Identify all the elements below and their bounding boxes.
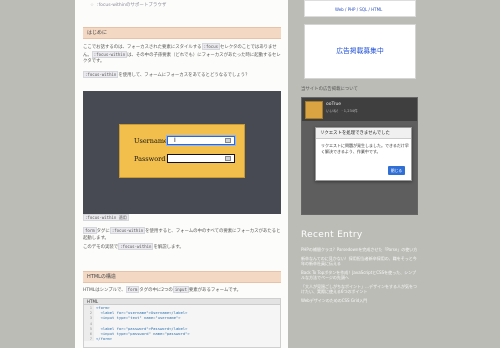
- password-label: Password: [134, 155, 166, 163]
- section-heading-html: HTMLの構造: [83, 271, 281, 283]
- text: を使用して、フォームにフォーカスをあてるとどうなるでしょう？: [118, 73, 250, 78]
- recent-entry-list: PHPの補間クラス？Parsedownを完成させた「Parse」の使い方新卒なん…: [301, 247, 418, 306]
- code-focus-within: :focus-within: [118, 243, 154, 250]
- text: 要素があるフォームです。: [188, 288, 241, 293]
- recent-entry-link[interactable]: 「大人が見過ごしがちなポイント」…デザインをする人が気をつけたい、実際に使える6…: [301, 284, 418, 295]
- page-likes: いいね！ · 1,234件: [326, 109, 358, 113]
- password-input[interactable]: [167, 154, 235, 163]
- top-link[interactable]: ☆:focus-withinのサポートブラウザ: [90, 2, 166, 8]
- text: タグに: [96, 229, 110, 234]
- code-line: 7 </form>: [84, 336, 280, 342]
- section-heading-intro: はじめに: [83, 27, 281, 39]
- caption-text: :focus-within 適用: [83, 214, 129, 221]
- code-focus-within: :focus-within: [91, 50, 128, 58]
- dialog-message: リクエストに問題が発生しました。できるだけ早く解決できるよう、作業中です。: [321, 143, 409, 154]
- dialog-title: リクエストを処理できませんでした: [316, 128, 411, 139]
- page-name[interactable]: ooTrue: [326, 102, 341, 107]
- error-dialog: リクエストを処理できませんでした リクエストに問題が発生しました。できるだけ早く…: [315, 127, 412, 181]
- recent-entry-link[interactable]: Back To Topボタンを作成！JavaScriptとCSSを使った、シンプ…: [301, 270, 418, 281]
- code-focus-within: :focus-within: [109, 227, 146, 234]
- key-icon: [225, 156, 231, 161]
- username-input[interactable]: I: [167, 136, 235, 145]
- key-icon: [225, 138, 231, 143]
- recent-entry-link[interactable]: 新卒なんてのに見かない！採用担当者新卒採用の、職をそっと今年の新卒社員に伝える: [301, 256, 418, 267]
- text-caret: I: [174, 137, 176, 144]
- demo-form: Username I Password: [119, 124, 245, 178]
- recent-entry-heading: Recent Entry: [301, 230, 363, 240]
- paragraph-3: form タグに:focus-within を使用すると、フォームの中のすべての要素…: [83, 227, 281, 242]
- code-lines: 1 <form> 2 <label for="username">Username<…: [84, 305, 280, 342]
- intro-paragraph-1: ここでお話するのは、フォーカスされた要素にスタイルする:focus セレクタのこと…: [83, 43, 281, 66]
- top-banner-text: Web / PHP / SQL / HTML: [335, 7, 383, 12]
- code-form: form: [125, 286, 140, 293]
- dialog-close-button[interactable]: 閉じる: [388, 166, 405, 175]
- code-focus: :focus: [201, 43, 221, 50]
- ad-text: 広告掲載募集中: [336, 47, 384, 55]
- text: このデモの実装で: [83, 245, 119, 250]
- username-label: Username: [134, 137, 168, 145]
- code-block: HTML 1 <form> 2 <label for="username">User…: [83, 298, 281, 348]
- intro-paragraph-2: :focus-within を使用して、フォームにフォーカスをあてるとどうなるでし…: [83, 71, 281, 80]
- page-logo-icon[interactable]: [305, 101, 323, 119]
- line-number: 7: [84, 336, 94, 342]
- demo-caption: :focus-within 適用: [83, 214, 129, 221]
- widget-title[interactable]: 当サイトの広告掲載について: [301, 86, 358, 92]
- text: を解説します。: [153, 245, 184, 250]
- top-link-text[interactable]: :focus-withinのサポートブラウザ: [97, 3, 166, 8]
- paragraph-4: このデモの実装で:focus-within を解説します。: [83, 243, 281, 252]
- code-text: </form>: [96, 336, 113, 342]
- code-text: <input type="text" name="username">: [96, 315, 181, 321]
- html-paragraph: HTMLはシンプルで、 form タグの中に2つの input 要素があるフォームです。: [83, 286, 281, 295]
- recent-entry-link[interactable]: PHPの補間クラス？Parsedownを完成させた「Parse」の使い方: [301, 247, 418, 252]
- facebook-widget: ooTrue いいね！ · 1,234件 リクエストを処理できませんでした リク…: [301, 97, 418, 215]
- recent-entry-link[interactable]: WebデザインのためのCSS Grid入門: [301, 298, 418, 303]
- code-input: input: [172, 286, 189, 293]
- demo-image: Username I Password: [83, 91, 281, 214]
- code-focus-within: :focus-within: [83, 71, 119, 78]
- bullet-icon: ☆: [90, 3, 95, 8]
- code-form: form: [83, 227, 97, 234]
- text: ここでお話するのは、フォーカスされた要素にスタイルする: [83, 45, 202, 50]
- ad-banner[interactable]: 広告掲載募集中: [304, 24, 416, 79]
- text: タグの中に2つの: [139, 288, 173, 293]
- top-banner[interactable]: Web / PHP / SQL / HTML: [304, 0, 416, 17]
- widget-header: ooTrue いいね！ · 1,234件: [302, 98, 417, 121]
- text: HTMLはシンプルで、: [83, 288, 126, 293]
